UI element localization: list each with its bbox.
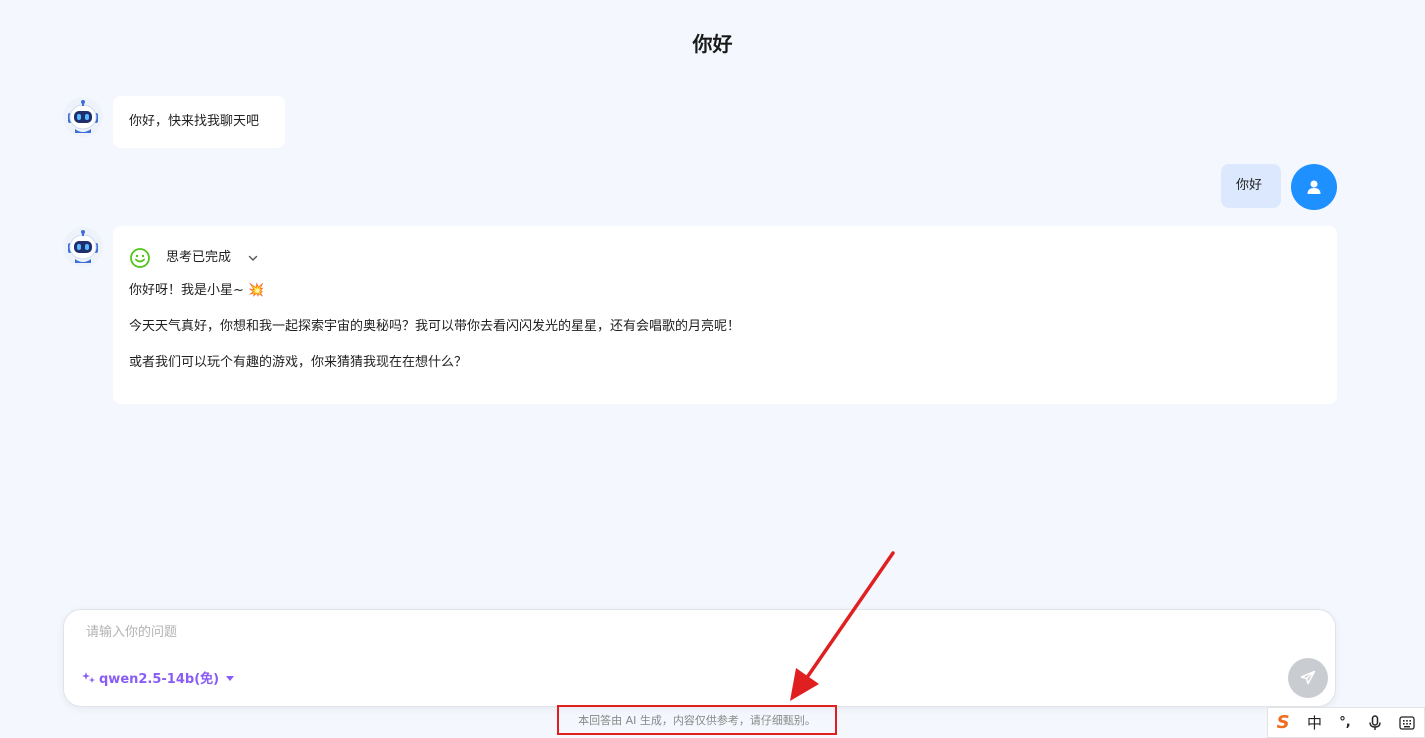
send-button[interactable] (1288, 658, 1328, 698)
assistant-message-bubble: 你好，快来找我聊天吧 (113, 96, 285, 148)
smile-icon (130, 248, 150, 268)
chevron-down-icon (248, 255, 258, 261)
user-message-text: 你好 (1236, 178, 1263, 193)
microphone-icon[interactable] (1368, 714, 1382, 731)
send-icon (1300, 670, 1316, 685)
user-icon (1307, 180, 1321, 194)
thinking-status: 思考已完成 (166, 250, 232, 265)
ime-language-toggle[interactable]: 中 (1307, 712, 1322, 733)
ime-logo-icon[interactable]: S (1277, 712, 1290, 733)
model-selector[interactable]: qwen2.5-14b(免) (82, 668, 235, 687)
user-message-bubble: 你好 (1221, 164, 1281, 208)
reply-paragraph: 或者我们可以玩个有趣的游戏，你来猜猜我现在在想什么？ (129, 355, 468, 370)
ime-punctuation-toggle[interactable]: °, (1339, 715, 1350, 730)
ime-toolbar: S 中 °, (1267, 707, 1425, 738)
assistant-message-text: 你好，快来找我聊天吧 (129, 114, 260, 129)
user-avatar (1291, 164, 1337, 210)
reply-paragraph: 今天天气真好，你想和我一起探索宇宙的奥秘吗？我可以带你去看闪闪发光的星星，还有会… (129, 319, 741, 334)
ai-disclaimer: 本回答由 AI 生成，内容仅供参考，请仔细甄别。 (557, 705, 837, 735)
sparkle-icon (82, 671, 95, 683)
robot-icon (68, 230, 98, 263)
bot-avatar (63, 227, 103, 267)
reply-paragraph: 你好呀！我是小星~ 💥 (129, 283, 265, 298)
disclaimer-text: 本回答由 AI 生成，内容仅供参考，请仔细甄别。 (578, 714, 816, 727)
question-input[interactable] (84, 620, 1088, 644)
chat-composer: qwen2.5-14b(免) (63, 609, 1336, 707)
keyboard-icon[interactable] (1399, 715, 1415, 730)
thinking-toggle[interactable]: 思考已完成 (129, 247, 259, 269)
robot-icon (68, 100, 98, 133)
page-title: 你好 (692, 32, 733, 56)
model-name: qwen2.5-14b(免) (99, 672, 220, 687)
caret-down-icon (226, 675, 235, 681)
bot-avatar (63, 97, 103, 137)
assistant-reply-bubble: 思考已完成 你好呀！我是小星~ 💥 今天天气真好，你想和我一起探索宇宙的奥秘吗？… (113, 226, 1337, 404)
